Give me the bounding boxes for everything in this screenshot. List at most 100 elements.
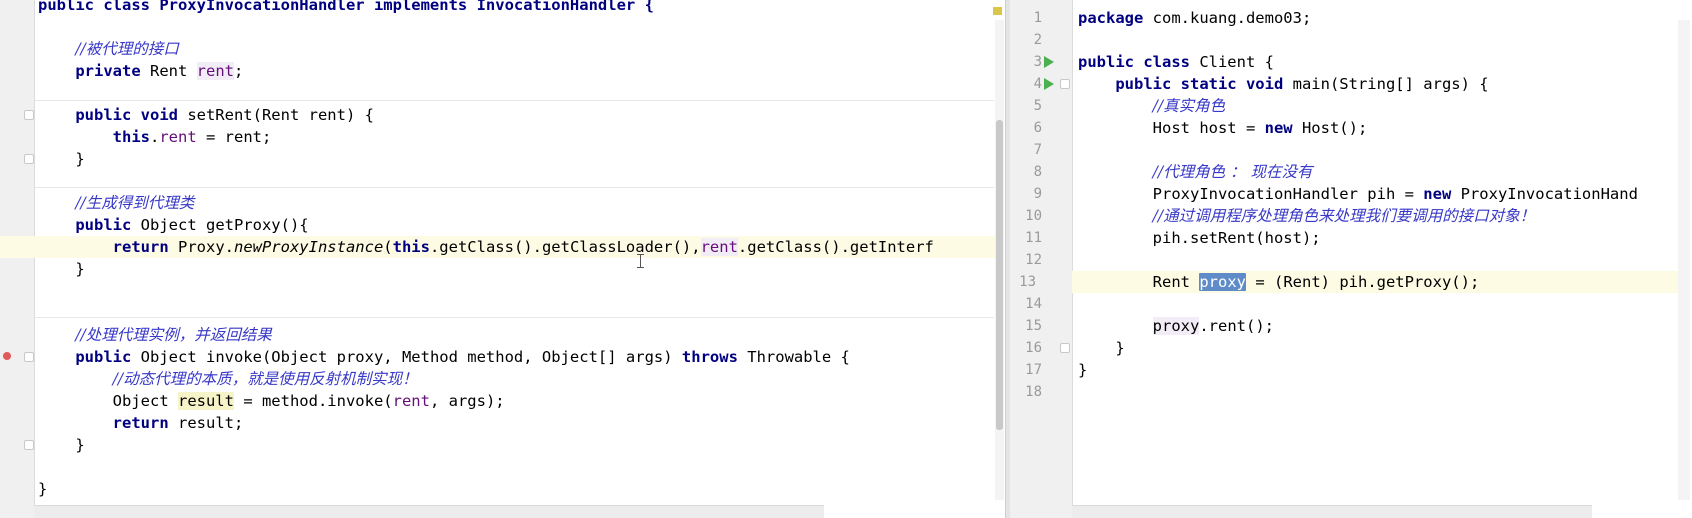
code-line[interactable] bbox=[38, 82, 998, 104]
code-line[interactable]: 6 Host host = new Host(); bbox=[1034, 117, 1678, 139]
fold-toggle-icon[interactable] bbox=[24, 352, 34, 362]
code-token: rent bbox=[392, 392, 430, 410]
code-token: proxy bbox=[1152, 317, 1200, 335]
code-token: return bbox=[112, 238, 169, 256]
run-gutter-icon[interactable] bbox=[1044, 56, 1054, 68]
code-token: Proxy. bbox=[168, 238, 234, 256]
right-editor-pane[interactable]: 1 package com.kuang.demo03; 2 3 public class… bbox=[1010, 0, 1692, 518]
code-line[interactable]: //动态代理的本质，就是使用反射机制实现！ bbox=[38, 368, 998, 390]
fold-toggle-icon[interactable] bbox=[1060, 79, 1070, 89]
fold-toggle-icon[interactable] bbox=[1060, 343, 1070, 353]
right-vertical-scrollbar[interactable] bbox=[1678, 20, 1690, 500]
fold-toggle-icon[interactable] bbox=[24, 440, 34, 450]
code-line[interactable] bbox=[38, 302, 998, 324]
code-token: } bbox=[38, 260, 85, 278]
code-line[interactable]: Object result = method.invoke(rent, args… bbox=[38, 390, 998, 412]
code-line[interactable]: 3 public class Client { bbox=[1034, 51, 1678, 73]
code-line[interactable]: public Object getProxy(){ bbox=[38, 214, 998, 236]
code-line[interactable]: 18 bbox=[1025, 381, 1678, 403]
line-number: 18 bbox=[1025, 384, 1042, 400]
code-token: .rent(); bbox=[1199, 317, 1274, 335]
code-line[interactable]: this.rent = rent; bbox=[38, 126, 998, 148]
code-line[interactable]: public Object invoke(Object proxy, Metho… bbox=[38, 346, 998, 368]
fold-toggle-icon[interactable] bbox=[24, 110, 34, 120]
code-token: } bbox=[38, 150, 85, 168]
code-token: proxy bbox=[1199, 273, 1246, 291]
code-line[interactable]: } bbox=[38, 148, 998, 170]
code-token: } bbox=[38, 436, 85, 454]
left-scrollbar-thumb[interactable] bbox=[996, 120, 1003, 430]
left-code-area[interactable]: public class ProxyInvocationHandler impl… bbox=[0, 0, 998, 500]
code-line[interactable] bbox=[38, 170, 998, 192]
code-line[interactable]: 13 Rent proxy = (Rent) pih.getProxy(); bbox=[1019, 271, 1678, 293]
code-line[interactable]: 11 pih.setRent(host); bbox=[1025, 227, 1678, 249]
code-line[interactable] bbox=[38, 280, 998, 302]
code-token: //代理角色 ： 现在没有 bbox=[1152, 163, 1313, 181]
code-token: this bbox=[392, 238, 430, 256]
code-line[interactable]: 7 bbox=[1034, 139, 1678, 161]
line-number: 13 bbox=[1019, 274, 1036, 290]
code-token: . bbox=[149, 128, 160, 146]
code-line[interactable]: 10 //通过调用程序处理角色来处理我们要调用的接口对象！ bbox=[1025, 205, 1678, 227]
line-number: 10 bbox=[1025, 208, 1042, 224]
code-token: //处理代理实例，并返回结果 bbox=[75, 326, 272, 344]
line-number: 15 bbox=[1025, 318, 1042, 334]
code-line[interactable]: //处理代理实例，并返回结果 bbox=[38, 324, 998, 346]
code-line[interactable]: return Proxy.newProxyInstance(this.getCl… bbox=[0, 236, 998, 258]
code-line[interactable]: return result; bbox=[38, 412, 998, 434]
code-token: = method.invoke( bbox=[233, 392, 393, 410]
left-editor-pane[interactable]: public class ProxyInvocationHandler impl… bbox=[0, 0, 1005, 518]
code-token: .getClass().getClassLoader(), bbox=[429, 238, 701, 256]
code-line[interactable]: 17} bbox=[1025, 359, 1678, 381]
implements-method-icon[interactable] bbox=[3, 352, 11, 360]
code-token: //真实角色 bbox=[1152, 97, 1226, 115]
code-token: } bbox=[38, 480, 48, 498]
code-token: = (Rent) pih.getProxy(); bbox=[1246, 273, 1480, 291]
code-line[interactable]: 16 } bbox=[1025, 337, 1678, 359]
code-line[interactable]: 4 public static void main(String[] args)… bbox=[1034, 73, 1678, 95]
right-code-area[interactable]: 1 package com.kuang.demo03; 2 3 public class… bbox=[1019, 7, 1678, 403]
line-number: 4 bbox=[1033, 76, 1042, 92]
code-token: ( bbox=[383, 238, 393, 256]
code-line[interactable]: 12 bbox=[1025, 249, 1678, 271]
code-line[interactable]: 8 //代理角色 ： 现在没有 bbox=[1034, 161, 1678, 183]
code-line[interactable]: 1 package com.kuang.demo03; bbox=[1034, 7, 1678, 29]
code-line[interactable]: 5 //真实角色 bbox=[1034, 95, 1678, 117]
code-line[interactable]: 9 ProxyInvocationHandler pih = new Proxy… bbox=[1034, 183, 1678, 205]
code-token: newProxyInstance bbox=[233, 238, 384, 256]
code-line[interactable] bbox=[38, 456, 998, 478]
code-line[interactable]: 2 bbox=[1034, 29, 1678, 51]
code-token: result; bbox=[168, 414, 244, 432]
left-horizontal-scrollbar[interactable] bbox=[34, 505, 824, 518]
line-number: 8 bbox=[1033, 164, 1042, 180]
line-number: 3 bbox=[1033, 54, 1042, 70]
mouse-ibeam-cursor bbox=[637, 254, 644, 268]
code-line[interactable] bbox=[38, 16, 998, 38]
code-line[interactable]: //生成得到代理类 bbox=[38, 192, 998, 214]
line-number: 6 bbox=[1033, 120, 1042, 136]
code-token: result bbox=[177, 392, 234, 410]
code-line[interactable]: } bbox=[38, 258, 998, 280]
run-gutter-icon[interactable] bbox=[1044, 78, 1054, 90]
code-token: public class ProxyInvocationHandler impl… bbox=[38, 0, 654, 14]
right-horizontal-scrollbar[interactable] bbox=[1072, 505, 1592, 518]
code-line[interactable]: private Rent rent; bbox=[38, 60, 998, 82]
code-token: main(String[] args) { bbox=[1283, 75, 1489, 93]
code-token: //被代理的接口 bbox=[75, 40, 179, 58]
code-line[interactable]: public void setRent(Rent rent) { bbox=[38, 104, 998, 126]
code-line[interactable]: } bbox=[38, 478, 998, 500]
code-token: public bbox=[75, 216, 132, 234]
code-token: Client { bbox=[1189, 53, 1274, 71]
warning-marker[interactable] bbox=[993, 7, 1002, 15]
code-token: new bbox=[1423, 185, 1452, 203]
fold-toggle-icon[interactable] bbox=[24, 154, 34, 164]
code-line[interactable]: public class ProxyInvocationHandler impl… bbox=[38, 0, 998, 16]
code-line[interactable]: } bbox=[38, 434, 998, 456]
code-line[interactable]: //被代理的接口 bbox=[38, 38, 998, 60]
code-line[interactable]: 14 bbox=[1025, 293, 1678, 315]
code-line[interactable]: 15 proxy.rent(); bbox=[1025, 315, 1678, 337]
